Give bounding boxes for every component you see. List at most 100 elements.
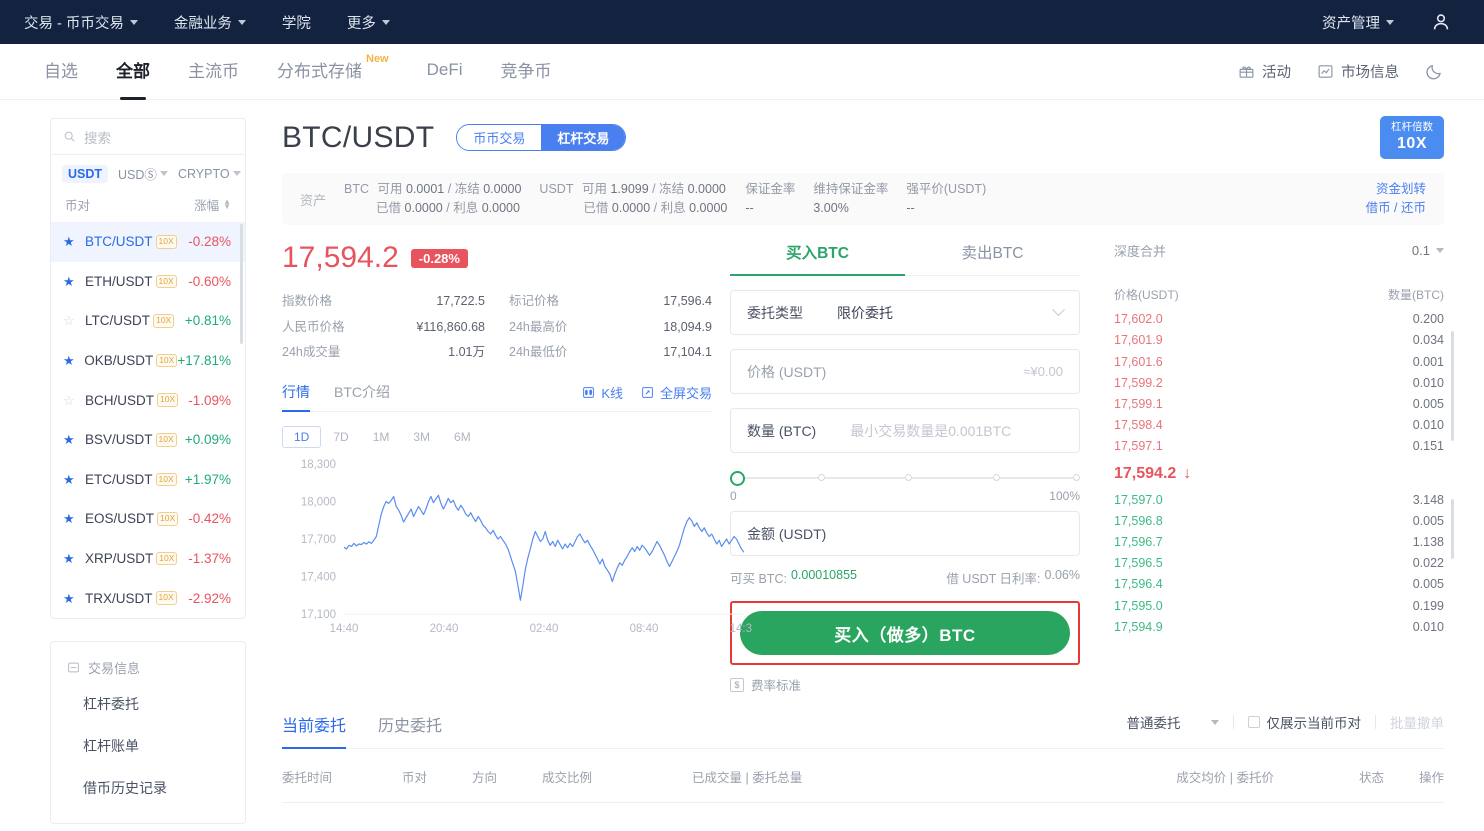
kline-button[interactable]: K线 xyxy=(582,383,623,402)
favorite-star-icon[interactable]: ★ xyxy=(63,473,78,486)
orderbook-row[interactable]: 17,596.50.022 xyxy=(1114,553,1444,574)
orderbook-row[interactable]: 17,599.20.010 xyxy=(1114,373,1444,394)
amount-percent-slider[interactable] xyxy=(730,471,1080,485)
slider-tick-100[interactable] xyxy=(1073,474,1080,481)
metric-liquidation-price: 强平价(USDT) -- xyxy=(906,180,986,219)
range-button[interactable]: 7D xyxy=(321,426,360,448)
slider-tick-75[interactable] xyxy=(993,474,1000,481)
order-type-select[interactable]: 委托类型 限价委托 xyxy=(730,290,1080,335)
list-item-change: -0.42% xyxy=(188,511,231,526)
orderbook-row[interactable]: 17,599.10.005 xyxy=(1114,394,1444,415)
favorite-star-icon[interactable]: ★ xyxy=(63,354,77,367)
orderbook-row[interactable]: 17,601.60.001 xyxy=(1114,352,1444,373)
fund-transfer-link[interactable]: 资金划转 xyxy=(1366,180,1426,199)
mode-margin[interactable]: 杠杆交易 xyxy=(541,125,625,150)
orderbook-row[interactable]: 17,596.71.138 xyxy=(1114,532,1444,553)
slider-handle[interactable] xyxy=(730,471,745,486)
list-item[interactable]: ★EOS/USDT10X-0.42% xyxy=(51,499,245,539)
favorite-star-icon[interactable]: ★ xyxy=(63,235,78,248)
search-input[interactable]: 搜索 xyxy=(51,119,245,155)
orderbook-row[interactable]: 17,596.40.005 xyxy=(1114,574,1444,595)
user-account-button[interactable] xyxy=(1416,11,1466,33)
fullscreen-button[interactable]: 全屏交易 xyxy=(641,383,712,402)
mode-spot[interactable]: 币币交易 xyxy=(457,125,541,150)
range-button[interactable]: 6M xyxy=(442,426,483,448)
favorite-star-icon[interactable]: ★ xyxy=(63,512,78,525)
tab-mainstream[interactable]: 主流币 xyxy=(188,57,239,86)
favorite-star-icon[interactable]: ★ xyxy=(63,433,78,446)
list-item[interactable]: ★XRP/USDT10X-1.37% xyxy=(51,539,245,579)
price-input[interactable]: 价格 (USDT) ≈¥0.00 xyxy=(730,349,1080,394)
favorite-star-icon[interactable]: ★ xyxy=(63,592,78,605)
list-item[interactable]: ☆BCH/USDT10X-1.09% xyxy=(51,380,245,420)
tab-buy[interactable]: 买入BTC xyxy=(730,241,905,275)
list-item[interactable]: ★OKB/USDT10X+17.81% xyxy=(51,341,245,381)
orderbook-row[interactable]: 17,597.03.148 xyxy=(1114,490,1444,511)
tab-btc-intro[interactable]: BTC介绍 xyxy=(334,382,390,411)
order-type-filter[interactable]: 普通委托 xyxy=(1127,712,1219,732)
current-pair-only-checkbox[interactable]: 仅展示当前币对 xyxy=(1248,712,1362,732)
amount-input[interactable]: 数量 (BTC) 最小交易数量是0.001BTC xyxy=(730,408,1080,453)
range-button[interactable]: 3M xyxy=(401,426,442,448)
fee-standard-link[interactable]: $ 费率标准 xyxy=(730,675,1080,694)
filter-usds[interactable]: USDⓈ xyxy=(118,164,168,183)
orderbook-columns: 价格(USDT) 数量(BTC) xyxy=(1114,286,1444,309)
leverage-badge[interactable]: 杠杆倍数 10X xyxy=(1380,116,1444,159)
nav-item-asset-management[interactable]: 资产管理 xyxy=(1316,0,1412,44)
tab-defi[interactable]: DeFi xyxy=(427,60,463,84)
tab-order-history[interactable]: 历史委托 xyxy=(378,706,442,748)
tab-market[interactable]: 行情 xyxy=(282,382,310,411)
list-item[interactable]: ★BTC/USDT10X-0.28% xyxy=(51,222,245,262)
orderbook-row[interactable]: 17,597.10.151 xyxy=(1114,436,1444,457)
bulk-cancel-button[interactable]: 批量撤单 xyxy=(1390,712,1444,732)
orderbook-row[interactable]: 17,594.90.010 xyxy=(1114,617,1444,638)
filter-usdt[interactable]: USDT xyxy=(62,165,108,183)
sidebar-item-margin-bills[interactable]: 杠杆账单 xyxy=(51,725,245,767)
nav-item-more[interactable]: 更多 xyxy=(329,0,408,44)
favorite-star-icon[interactable]: ★ xyxy=(63,275,78,288)
borrow-repay-link[interactable]: 借币 / 还币 xyxy=(1366,199,1426,218)
sidebar-scrollbar[interactable] xyxy=(240,224,243,344)
column-change[interactable]: 涨幅 ▲▼ xyxy=(194,195,231,214)
tab-all[interactable]: 全部 xyxy=(116,57,150,86)
buy-long-button[interactable]: 买入（做多）BTC xyxy=(740,611,1070,655)
metric-liquidation-price-label: 强平价(USDT) xyxy=(906,180,986,199)
list-item[interactable]: ★ETH/USDT10X-0.60% xyxy=(51,262,245,302)
theme-toggle-button[interactable] xyxy=(1425,62,1444,81)
sidebar-item-margin-orders[interactable]: 杠杆委托 xyxy=(51,683,245,725)
slider-scale: 0 100% xyxy=(730,489,1080,503)
page-title: BTC/USDT xyxy=(282,121,434,155)
favorite-star-icon[interactable]: ☆ xyxy=(63,314,78,327)
orderbook-scrollbar-top[interactable] xyxy=(1451,331,1454,441)
range-button[interactable]: 1M xyxy=(361,426,402,448)
nav-item-finance[interactable]: 金融业务 xyxy=(156,0,264,44)
favorite-star-icon[interactable]: ☆ xyxy=(63,394,78,407)
nav-item-academy[interactable]: 学院 xyxy=(264,0,329,44)
tab-distributed-storage[interactable]: 分布式存储 New xyxy=(277,57,389,86)
orderbook-row[interactable]: 17,598.40.010 xyxy=(1114,415,1444,436)
filter-crypto[interactable]: CRYPTO xyxy=(178,167,241,181)
tab-altcoins[interactable]: 竞争币 xyxy=(501,57,552,86)
orderbook-row[interactable]: 17,601.90.034 xyxy=(1114,330,1444,351)
list-item[interactable]: ☆LTC/USDT10X+0.81% xyxy=(51,301,245,341)
sidebar-item-borrow-history[interactable]: 借币历史记录 xyxy=(51,767,245,809)
tab-favorites[interactable]: 自选 xyxy=(44,57,78,86)
favorite-star-icon[interactable]: ★ xyxy=(63,552,78,565)
orderbook-row[interactable]: 17,596.80.005 xyxy=(1114,511,1444,532)
orderbook-scrollbar-bottom[interactable] xyxy=(1451,499,1454,559)
slider-tick-50[interactable] xyxy=(905,474,912,481)
list-item[interactable]: ★ETC/USDT10X+1.97% xyxy=(51,460,245,500)
market-info-button[interactable]: 市场信息 xyxy=(1317,61,1399,82)
list-item[interactable]: ★TRX/USDT10X-2.92% xyxy=(51,578,245,618)
tab-open-orders[interactable]: 当前委托 xyxy=(282,706,346,748)
activity-button[interactable]: 活动 xyxy=(1238,61,1291,82)
nav-item-trade[interactable]: 交易 - 币币交易 xyxy=(18,0,156,44)
total-input[interactable]: 金额 (USDT) xyxy=(730,511,1080,556)
tab-sell[interactable]: 卖出BTC xyxy=(905,241,1080,275)
range-button[interactable]: 1D xyxy=(282,426,321,448)
orderbook-row[interactable]: 17,602.00.200 xyxy=(1114,309,1444,330)
slider-tick-25[interactable] xyxy=(818,474,825,481)
list-item[interactable]: ★BSV/USDT10X+0.09% xyxy=(51,420,245,460)
depth-merge-select[interactable]: 0.1 xyxy=(1412,243,1444,258)
orderbook-row[interactable]: 17,595.00.199 xyxy=(1114,596,1444,617)
